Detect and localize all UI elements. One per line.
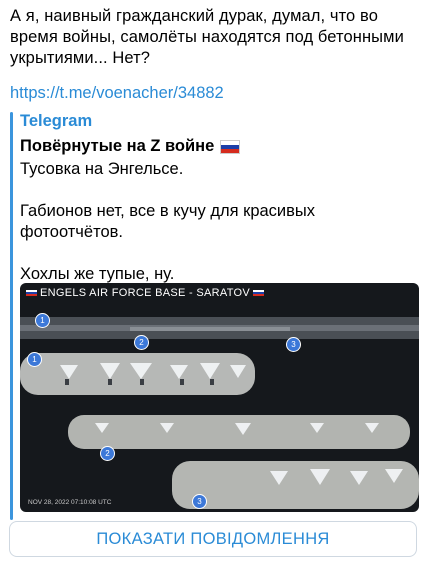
image-date: NOV 28, 2022 07:10:08 UTC [28,499,112,506]
image-marker: 2 [100,446,115,461]
russia-flag-icon [26,289,37,297]
satellite-image [20,317,419,509]
image-marker: 1 [35,313,50,328]
preview-description: Тусовка на Энгельсе. Габионов нет, все в… [20,160,316,283]
preview-accent-bar [10,112,13,520]
image-marker: 1 [27,352,42,367]
russia-flag-icon [253,289,265,297]
image-marker: 3 [192,494,207,509]
image-caption: ENGELS AIR FORCE BASE - SARATOV [26,287,265,299]
image-marker: 3 [286,337,301,352]
message-link[interactable]: https://t.me/voenacher/34882 [10,84,224,103]
preview-title-text: Повёрнутые на Z войне [20,137,215,155]
preview-site-name: Telegram [20,112,93,130]
preview-image[interactable]: ENGELS AIR FORCE BASE - SARATOV 1 2 3 1 … [20,283,419,512]
image-caption-text: ENGELS AIR FORCE BASE - SARATOV [40,287,251,299]
preview-title: Повёрнутые на Z войне [20,137,241,156]
message-text: А я, наивный гражданский дурак, думал, ч… [10,7,404,67]
link-preview[interactable]: Telegram Повёрнутые на Z войне Тусовка н… [10,112,420,520]
image-marker: 2 [134,335,149,350]
show-message-button[interactable]: ПОКАЗАТИ ПОВІДОМЛЕННЯ [9,521,417,557]
russia-flag-icon [220,139,241,154]
